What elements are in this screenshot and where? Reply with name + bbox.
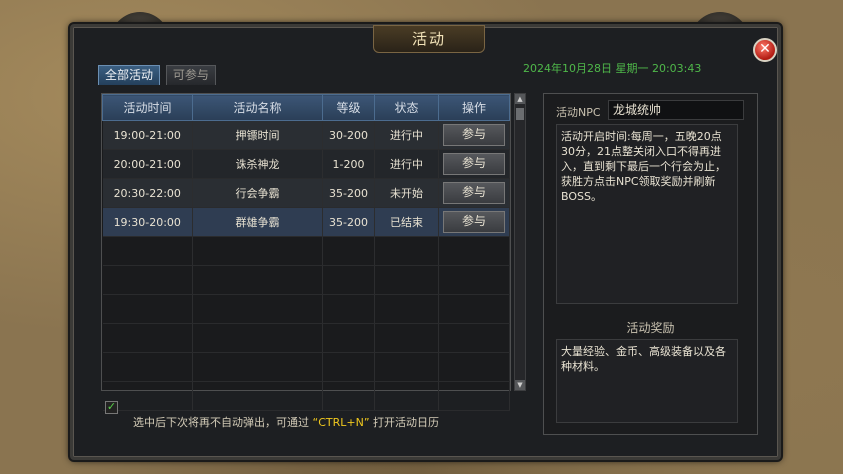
header-time: 活动时间 (102, 94, 193, 121)
header-status: 状态 (374, 94, 439, 121)
cell-level: 1-200 (322, 149, 375, 179)
hint-shortcut: “CTRL+N” (312, 416, 370, 429)
join-button[interactable]: 参与 (443, 211, 505, 233)
empty-row (102, 236, 510, 266)
join-button[interactable]: 参与 (443, 124, 505, 146)
list-scrollbar[interactable]: ▲ ▼ (514, 93, 526, 391)
cell-action: 参与 (438, 207, 510, 237)
datetime-display: 2024年10月28日 星期一 20:03:43 (523, 62, 702, 75)
scroll-thumb[interactable] (516, 108, 524, 120)
tab-joinable[interactable]: 可参与 (165, 65, 216, 85)
cell-time: 19:00-21:00 (102, 120, 193, 150)
cell-name: 群雄争霸 (192, 207, 323, 237)
cell-time: 20:00-21:00 (102, 149, 193, 179)
tab-all-activities[interactable]: 全部活动 (98, 65, 161, 85)
header-action: 操作 (438, 94, 510, 121)
empty-row (102, 381, 510, 411)
table-header-row: 活动时间 活动名称 等级 状态 操作 (102, 94, 510, 121)
cell-time: 19:30-20:00 (102, 207, 193, 237)
cell-name: 诛杀神龙 (192, 149, 323, 179)
cell-level: 35-200 (322, 178, 375, 208)
activity-description: 活动开启时间:每周一，五晚20点30分，21点整关闭入口不得再进入，直到剩下最后… (556, 124, 738, 304)
activity-detail-panel: 活动NPC 龙城统帅 活动开启时间:每周一，五晚20点30分，21点整关闭入口不… (543, 93, 758, 435)
cell-action: 参与 (438, 178, 510, 208)
table-row-selected[interactable]: 19:30-20:00 群雄争霸 35-200 已结束 参与 (102, 207, 510, 237)
cell-name: 行会争霸 (192, 178, 323, 208)
empty-row (102, 352, 510, 382)
reward-title: 活动奖励 (626, 321, 675, 335)
cell-level: 30-200 (322, 120, 375, 150)
cell-level: 35-200 (322, 207, 375, 237)
join-button[interactable]: 参与 (443, 153, 505, 175)
hint-suffix: 打开活动日历 (373, 416, 440, 429)
reward-description: 大量经验、金币、高级装备以及各种材料。 (556, 339, 738, 423)
table-row[interactable]: 20:00-21:00 诛杀神龙 1-200 进行中 参与 (102, 149, 510, 179)
cell-status: 未开始 (374, 178, 439, 208)
activity-window: 活动 ✕ 全部活动 可参与 2024年10月28日 星期一 20:03:43 活… (70, 24, 781, 460)
cell-status: 进行中 (374, 120, 439, 150)
header-name: 活动名称 (192, 94, 323, 121)
title-bar[interactable]: 活动 (373, 25, 485, 53)
empty-row (102, 323, 510, 353)
cell-name: 押镖时间 (192, 120, 323, 150)
auto-popup-hint: 选中后下次将再不自动弹出，可通过 “CTRL+N” 打开活动日历 (133, 414, 439, 430)
scroll-down-icon[interactable]: ▼ (515, 380, 525, 390)
hint-prefix: 选中后下次将再不自动弹出，可通过 (133, 416, 309, 429)
tab-bar: 全部活动 可参与 (98, 65, 218, 85)
empty-row (102, 294, 510, 324)
cell-action: 参与 (438, 120, 510, 150)
join-button[interactable]: 参与 (443, 182, 505, 204)
header-level: 等级 (322, 94, 375, 121)
table-row[interactable]: 20:30-22:00 行会争霸 35-200 未开始 参与 (102, 178, 510, 208)
window-title: 活动 (411, 30, 446, 48)
cell-time: 20:30-22:00 (102, 178, 193, 208)
npc-name-field: 龙城统帅 (608, 100, 744, 120)
scroll-up-icon[interactable]: ▲ (515, 94, 525, 104)
cell-status: 已结束 (374, 207, 439, 237)
activity-table: 活动时间 活动名称 等级 状态 操作 19:00-21:00 押镖时间 30-2… (102, 94, 510, 411)
cell-action: 参与 (438, 149, 510, 179)
auto-popup-checkbox[interactable]: ✓ (105, 401, 118, 414)
npc-label: 活动NPC (556, 106, 601, 119)
activity-list-panel: 活动时间 活动名称 等级 状态 操作 19:00-21:00 押镖时间 30-2… (101, 93, 511, 411)
close-button[interactable]: ✕ (753, 38, 777, 62)
table-row[interactable]: 19:00-21:00 押镖时间 30-200 进行中 参与 (102, 120, 510, 150)
empty-row (102, 265, 510, 295)
cell-status: 进行中 (374, 149, 439, 179)
